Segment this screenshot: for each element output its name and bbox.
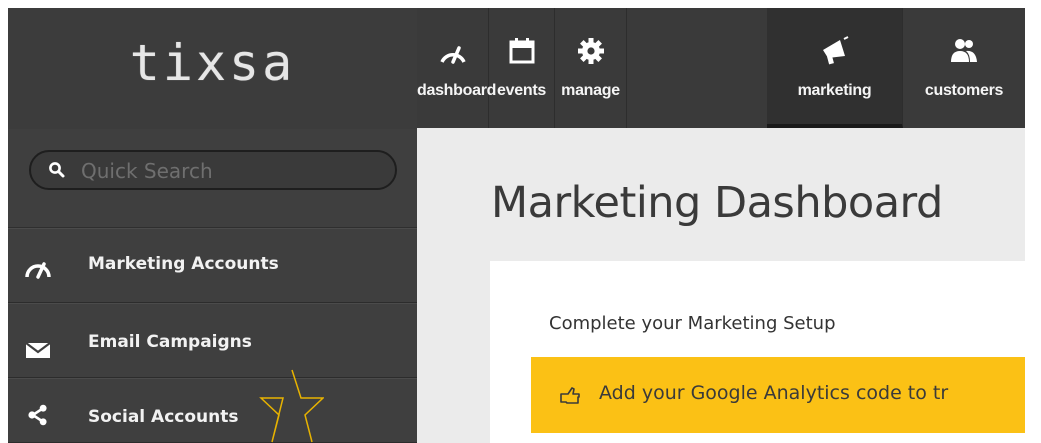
sidebar-item-social-accounts[interactable]: Social Accounts	[8, 378, 417, 443]
users-icon	[951, 39, 977, 62]
sidebar-item-email-campaigns[interactable]: Email Campaigns	[8, 303, 417, 378]
tab-marketing[interactable]: marketing	[767, 8, 903, 128]
star-outline-icon	[259, 369, 324, 443]
sidebar-item-label: Marketing Accounts	[88, 254, 279, 274]
gauge-icon	[25, 262, 51, 279]
tixsa-logo[interactable]: tixsa	[8, 34, 417, 92]
tab-manage[interactable]: manage	[555, 8, 627, 128]
page-title: Marketing Dashboard	[491, 178, 943, 228]
tab-dashboard[interactable]: dashboard	[417, 8, 497, 128]
alert-text: Add your Google Analytics code to tr	[599, 382, 949, 404]
search-icon	[49, 162, 65, 178]
page-margin-top	[0, 0, 1041, 8]
google-analytics-alert[interactable]: Add your Google Analytics code to tr	[531, 357, 1025, 433]
setup-card: Complete your Marketing Setup Add your G…	[490, 261, 1025, 443]
tab-label: dashboard	[417, 82, 497, 99]
sidebar-item-marketing-accounts[interactable]: Marketing Accounts	[8, 228, 417, 303]
main-content: Marketing Dashboard Complete your Market…	[417, 128, 1025, 443]
quick-search-area	[8, 129, 417, 228]
gear-icon	[577, 38, 604, 64]
sidebar-item-label: Email Campaigns	[88, 332, 252, 352]
tab-label: customers	[924, 82, 1004, 99]
tab-customers[interactable]: customers	[903, 8, 1025, 128]
top-navigation: dashboard events manage marketing custom…	[417, 8, 1025, 128]
logo-area[interactable]: tixsa	[8, 8, 417, 129]
envelope-icon	[25, 342, 51, 358]
page-margin-right	[1025, 0, 1041, 443]
tab-label: marketing	[797, 82, 872, 99]
tab-label: manage	[561, 82, 620, 99]
megaphone-icon	[822, 36, 848, 65]
gauge-icon	[439, 46, 466, 64]
page-margin-left	[0, 0, 8, 443]
sidebar: tixsa Marketing Accounts Email Campaigns	[8, 8, 417, 443]
calendar-icon	[509, 38, 534, 64]
search-box[interactable]	[29, 150, 397, 190]
hand-pointer-icon	[560, 387, 580, 404]
share-icon	[28, 404, 47, 426]
tab-events[interactable]: events	[489, 8, 555, 128]
tab-label: events	[497, 82, 546, 99]
setup-heading: Complete your Marketing Setup	[549, 313, 836, 334]
sidebar-item-label: Social Accounts	[88, 407, 239, 427]
search-input[interactable]	[81, 158, 381, 184]
